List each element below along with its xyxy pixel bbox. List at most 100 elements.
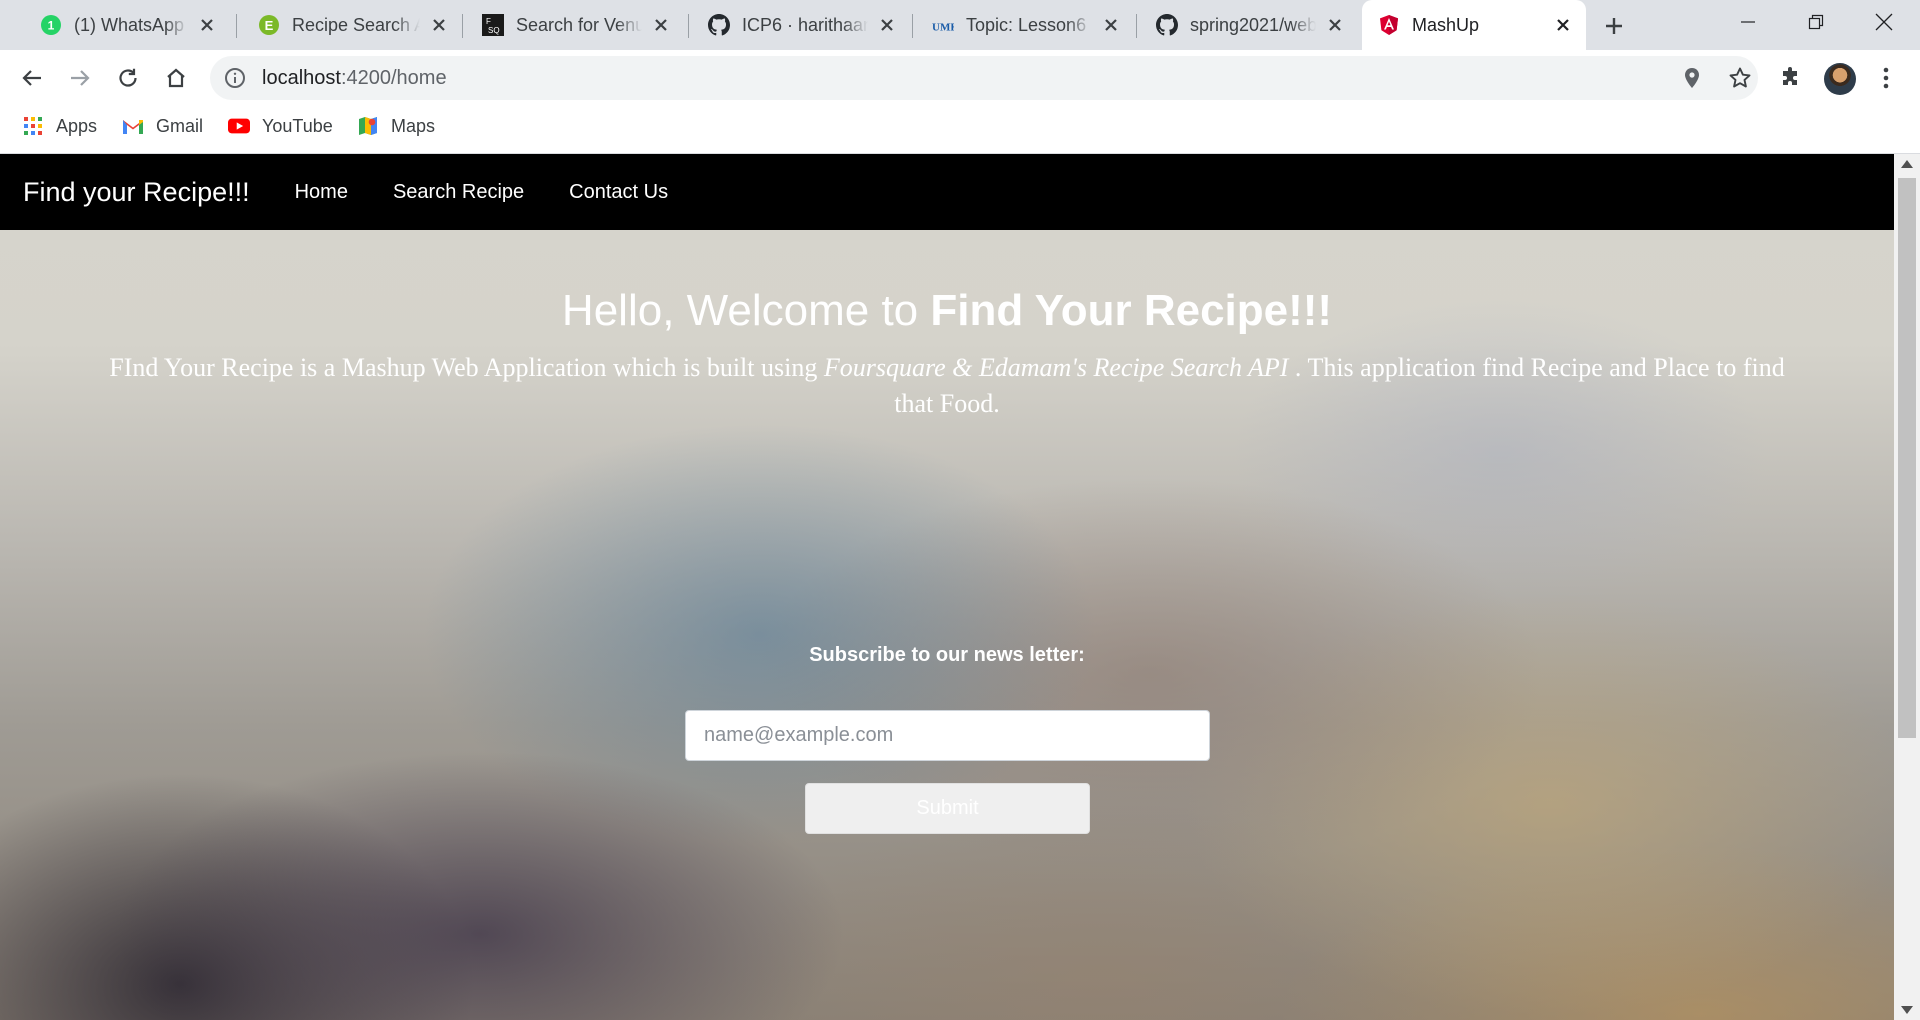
hero-title-plain: Hello, Welcome to xyxy=(561,286,931,335)
tab-close-icon[interactable] xyxy=(650,14,672,36)
close-icon xyxy=(1875,13,1893,31)
svg-text:F: F xyxy=(486,17,491,26)
tab-topic-lesson6[interactable]: UMKC Topic: Lesson6 D xyxy=(916,0,1134,50)
tab-separator xyxy=(462,14,463,38)
tab-title: (1) WhatsApp xyxy=(74,14,185,35)
submit-button[interactable]: Submit xyxy=(805,783,1090,834)
svg-text:1: 1 xyxy=(48,19,55,33)
umkc-icon: UMKC xyxy=(932,14,954,36)
location-pin-icon[interactable] xyxy=(1680,66,1704,90)
tab-close-icon[interactable] xyxy=(196,14,218,36)
youtube-icon xyxy=(228,115,250,137)
bookmark-label: Gmail xyxy=(156,115,204,136)
tab-title: Recipe Search API xyxy=(292,14,420,35)
github-icon xyxy=(708,14,730,36)
tab-close-icon[interactable] xyxy=(876,14,898,36)
hero-desc-italic: Foursquare & Edamam's Recipe Search API xyxy=(823,353,1289,382)
nav-link-contact-us[interactable]: Contact Us xyxy=(569,181,668,204)
back-button[interactable] xyxy=(12,58,52,98)
tab-close-icon[interactable] xyxy=(1324,14,1346,36)
bookmark-youtube[interactable]: YouTube xyxy=(228,106,333,146)
tab-title: MashUp xyxy=(1412,14,1480,35)
bookmark-label: YouTube xyxy=(262,115,333,136)
browser-tab-strip: 1 (1) WhatsApp E Recipe Search API FSQ S… xyxy=(0,0,1920,50)
hero-section: Hello, Welcome to Find Your Recipe!!! FI… xyxy=(0,230,1894,422)
app-navbar: Find your Recipe!!! Home Search Recipe C… xyxy=(0,154,1894,230)
tab-close-icon[interactable] xyxy=(428,14,450,36)
tab-mashup[interactable]: MashUp xyxy=(1362,0,1586,50)
reload-icon xyxy=(119,68,137,87)
maps-icon xyxy=(357,115,379,137)
tab-search-for-venues[interactable]: FSQ Search for Venues xyxy=(466,0,684,50)
chrome-menu-button[interactable] xyxy=(1870,62,1902,94)
info-icon[interactable] xyxy=(224,67,246,89)
tab-close-icon[interactable] xyxy=(1100,14,1122,36)
apps-grid-icon xyxy=(22,115,44,137)
new-tab-button[interactable] xyxy=(1598,10,1630,42)
tab-separator xyxy=(912,14,913,38)
subscribe-label: Subscribe to our news letter: xyxy=(809,644,1085,666)
home-button[interactable] xyxy=(156,58,196,98)
tab-icp6[interactable]: ICP6 · harithaand xyxy=(692,0,910,50)
arrow-right-icon xyxy=(71,70,90,86)
profile-avatar[interactable] xyxy=(1824,63,1856,95)
bookmark-apps[interactable]: Apps xyxy=(22,106,97,146)
tab-separator xyxy=(1136,14,1137,38)
angular-icon xyxy=(1378,14,1400,36)
tab-recipe-search-api[interactable]: E Recipe Search API xyxy=(242,0,462,50)
whatsapp-icon: 1 xyxy=(40,14,62,36)
scroll-thumb[interactable] xyxy=(1898,178,1916,738)
minimize-button[interactable] xyxy=(1717,0,1779,44)
hero-description: FInd Your Recipe is a Mashup Web Applica… xyxy=(107,350,1787,422)
tab-spring2021-web[interactable]: spring2021/web xyxy=(1140,0,1358,50)
hero-title: Hello, Welcome to Find Your Recipe!!! xyxy=(0,286,1894,336)
foursquare-icon: F SQ xyxy=(482,14,504,36)
tab-title: Topic: Lesson6 D xyxy=(966,14,1092,35)
restore-icon xyxy=(1808,14,1824,30)
window-close-button[interactable] xyxy=(1853,0,1915,44)
extensions-button[interactable] xyxy=(1774,62,1806,94)
tab-title: ICP6 · harithaand xyxy=(742,14,868,35)
url-host: localhost xyxy=(262,67,341,89)
hero-desc-before: FInd Your Recipe is a Mashup Web Applica… xyxy=(109,353,824,382)
tab-whatsapp[interactable]: 1 (1) WhatsApp xyxy=(24,0,230,50)
url-path: :4200/home xyxy=(340,67,447,89)
nav-link-search-recipe[interactable]: Search Recipe xyxy=(393,181,524,204)
scroll-down-arrow-icon[interactable] xyxy=(1901,1006,1913,1014)
nav-link-home[interactable]: Home xyxy=(295,181,348,204)
minimize-icon xyxy=(1741,21,1755,23)
puzzle-icon xyxy=(1783,67,1797,85)
bookmark-label: Apps xyxy=(56,115,98,136)
navbar-brand[interactable]: Find your Recipe!!! xyxy=(23,177,250,208)
bookmark-label: Maps xyxy=(391,115,436,136)
page-viewport: Find your Recipe!!! Home Search Recipe C… xyxy=(0,154,1894,1020)
kebab-menu-icon xyxy=(1883,67,1889,89)
bookmark-star-icon[interactable] xyxy=(1728,66,1752,90)
gmail-icon xyxy=(122,115,144,137)
scroll-up-arrow-icon[interactable] xyxy=(1901,160,1913,168)
browser-toolbar: localhost:4200/home xyxy=(0,50,1920,106)
tab-close-icon[interactable] xyxy=(1552,14,1574,36)
bookmark-gmail[interactable]: Gmail xyxy=(122,106,203,146)
svg-text:UMKC: UMKC xyxy=(932,22,954,34)
plus-icon xyxy=(1606,18,1622,34)
tab-separator xyxy=(688,14,689,38)
home-icon xyxy=(167,68,185,88)
address-url[interactable]: localhost:4200/home xyxy=(262,56,447,100)
bookmark-maps[interactable]: Maps xyxy=(357,106,435,146)
arrow-left-icon xyxy=(22,70,41,86)
hero-title-bold: Find Your Recipe!!! xyxy=(930,286,1333,335)
github-icon xyxy=(1156,14,1178,36)
page-scrollbar[interactable] xyxy=(1894,154,1920,1020)
tab-title: spring2021/web xyxy=(1190,14,1316,35)
newsletter-email-input[interactable] xyxy=(685,710,1210,761)
tab-separator xyxy=(236,14,237,38)
restore-button[interactable] xyxy=(1785,0,1847,44)
forward-button[interactable] xyxy=(60,58,100,98)
edamam-icon: E xyxy=(258,14,280,36)
svg-text:E: E xyxy=(265,18,274,33)
reload-button[interactable] xyxy=(108,58,148,98)
address-bar[interactable]: localhost:4200/home xyxy=(210,56,1758,100)
svg-text:SQ: SQ xyxy=(488,26,500,35)
tab-title: Search for Venues xyxy=(516,14,642,35)
